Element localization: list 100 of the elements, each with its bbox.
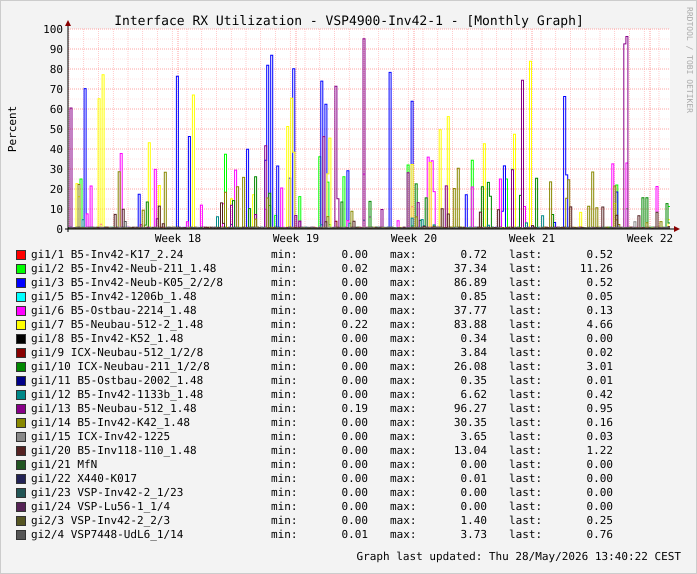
stat-label: max: [390, 456, 418, 473]
stat-value: 0.00 [340, 302, 368, 319]
stat-label: min: [271, 260, 298, 277]
stat-label: min: [271, 484, 298, 501]
stat-value: 0.22 [340, 316, 368, 333]
legend-label: gi1/15 ICX-Inv42-1225 [31, 429, 172, 445]
stat-value: 0.00 [586, 470, 613, 487]
stat-label: max: [390, 512, 418, 529]
stat-value: 3.01 [586, 358, 613, 375]
stat-value: 0.00 [460, 498, 487, 515]
stat-label: max: [390, 386, 418, 403]
x-tick-label: Week 18 [154, 232, 202, 245]
stat-value: 0.00 [340, 372, 368, 389]
stat-label: max: [390, 498, 418, 515]
stat-value: 0.19 [340, 400, 368, 417]
stat-label: max: [390, 470, 418, 487]
stat-label: last: [509, 246, 544, 263]
stat-label: last: [509, 526, 544, 543]
stat-label: max: [390, 414, 418, 431]
stat-value: 0.05 [586, 288, 613, 305]
stat-value: 37.34 [452, 260, 487, 277]
stat-value: 86.89 [452, 274, 487, 291]
legend-label: gi2/3 VSP-Inv42-2_2/3 [31, 513, 172, 529]
legend-label: gi1/14 B5-Inv42-K42_1.48 [31, 415, 191, 431]
stat-value: 0.02 [586, 344, 613, 361]
stat-label: max: [390, 288, 418, 305]
y-tick-label: 0 [56, 223, 63, 236]
stat-value: 0.13 [586, 302, 613, 319]
stat-label: min: [271, 386, 298, 403]
y-tick-label: 90 [50, 43, 63, 56]
stat-label: min: [271, 246, 298, 263]
stat-value: 0.52 [586, 274, 613, 291]
stat-value: 0.01 [460, 470, 487, 487]
y-tick-label: 50 [50, 123, 63, 136]
stat-label: max: [390, 358, 418, 375]
legend-label: gi1/12 B5-Inv42-1133b_1.48 [31, 387, 204, 403]
stat-value: 0.00 [340, 498, 368, 515]
stat-label: last: [509, 288, 544, 305]
stat-value: 0.01 [586, 372, 613, 389]
stat-label: max: [390, 526, 418, 543]
stat-label: last: [509, 260, 544, 277]
y-tick-label: 10 [50, 203, 63, 216]
legend-label: gi1/3 B5-Inv42-Neub-K05_2/2/8 [31, 275, 224, 291]
stat-label: min: [271, 414, 298, 431]
stat-value: 0.00 [340, 288, 368, 305]
stat-label: last: [509, 484, 544, 501]
stat-label: last: [509, 330, 544, 347]
stat-value: 0.85 [460, 288, 487, 305]
stat-label: min: [271, 498, 298, 515]
stat-value: 0.02 [340, 260, 368, 277]
stat-label: last: [509, 316, 544, 333]
stat-label: last: [509, 358, 544, 375]
stat-label: last: [509, 372, 544, 389]
stat-label: min: [271, 344, 298, 361]
stat-value: 3.84 [460, 344, 487, 361]
stat-label: min: [271, 302, 298, 319]
y-tick-label: 40 [50, 143, 63, 156]
stat-label: max: [390, 344, 418, 361]
stat-value: 0.34 [460, 330, 487, 347]
legend-label: gi1/21 MfN [31, 457, 98, 473]
stat-label: min: [271, 274, 298, 291]
stat-label: max: [390, 400, 418, 417]
stat-value: 0.95 [586, 400, 613, 417]
legend-label: gi1/13 B5-Neubau-512_1.48 [31, 401, 198, 417]
y-tick-label: 80 [50, 63, 63, 76]
stat-value: 11.26 [578, 260, 613, 277]
stat-label: min: [271, 428, 298, 445]
stat-value: 0.00 [340, 414, 368, 431]
stat-value: 0.00 [340, 246, 368, 263]
stat-value: 0.00 [340, 512, 368, 529]
stat-label: last: [509, 428, 544, 445]
stat-value: 0.00 [340, 442, 368, 459]
legend-label: gi1/5 B5-Inv42-1206b_1.48 [31, 289, 198, 305]
legend-label: gi1/22 X440-K017 [31, 470, 138, 487]
stat-label: min: [271, 512, 298, 529]
stat-value: 1.40 [460, 512, 487, 529]
legend-label: gi1/20 B5-Inv118-110_1.48 [31, 442, 198, 459]
stat-label: max: [390, 330, 418, 347]
legend-label: gi1/24 VSP-Lu56-1_1/4 [31, 499, 172, 515]
stat-value: 0.42 [586, 386, 613, 403]
stat-value: 0.00 [340, 358, 368, 375]
legend-label: gi1/9 ICX-Neubau-512_1/2/8 [31, 345, 204, 361]
legend-label: gi1/11 B5-Ostbau-2002_1.48 [31, 373, 204, 389]
stat-value: 0.00 [460, 484, 487, 501]
stat-value: 0.00 [340, 470, 368, 487]
stat-label: last: [509, 400, 544, 417]
stat-value: 0.00 [586, 498, 613, 515]
stat-label: min: [271, 372, 298, 389]
stat-value: 0.25 [586, 512, 613, 529]
y-tick-label: 60 [50, 103, 63, 116]
stat-value: 0.00 [340, 386, 368, 403]
stat-label: min: [271, 358, 298, 375]
stat-label: min: [271, 316, 298, 333]
stat-label: max: [390, 274, 418, 291]
x-tick-label: Week 22 [626, 232, 674, 245]
stat-value: 0.52 [586, 246, 613, 263]
legend-label: gi1/1 B5-Inv42-K17_2.24 [31, 246, 184, 263]
stat-value: 3.73 [460, 526, 487, 543]
x-tick-label: Week 20 [390, 232, 438, 245]
stat-label: last: [509, 442, 544, 459]
